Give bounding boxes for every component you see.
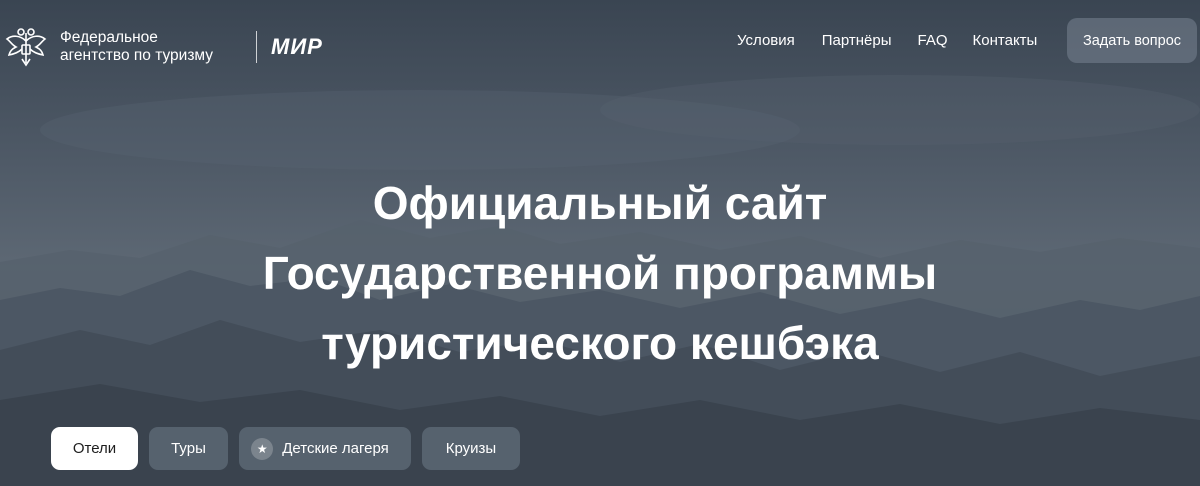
page-title-line2: Государственной программы xyxy=(262,247,938,299)
tab-kids-camps-label: Детские лагеря xyxy=(282,440,389,457)
tab-hotels[interactable]: Отели xyxy=(51,427,138,470)
ask-question-button[interactable]: Задать вопрос xyxy=(1067,18,1197,63)
tab-tours[interactable]: Туры xyxy=(149,427,228,470)
nav-terms-link[interactable]: Условия xyxy=(737,32,795,49)
agency-name-line1: Федеральное xyxy=(60,29,158,46)
main-nav: Условия Партнёры FAQ Контакты xyxy=(737,32,1037,49)
tab-hotels-label: Отели xyxy=(72,440,117,457)
eagle-emblem-icon xyxy=(5,28,47,67)
agency-logo[interactable]: Федеральное агентство по туризму МИР xyxy=(2,22,323,72)
tab-kids-camps[interactable]: ★ Детские лагеря xyxy=(239,427,411,470)
nav-faq-link[interactable]: FAQ xyxy=(918,32,948,49)
star-icon: ★ xyxy=(251,437,274,460)
page-title-line3: туристического кешбэка xyxy=(321,317,879,369)
tab-tours-label: Туры xyxy=(171,440,206,457)
category-tabs: Отели Туры ★ Детские лагеря Круизы xyxy=(51,427,520,470)
site-header: Федеральное агентство по туризму МИР Усл… xyxy=(0,0,1200,84)
mir-logo[interactable]: МИР xyxy=(271,34,323,60)
agency-name-line2: агентство по туризму xyxy=(60,47,214,64)
logo-divider xyxy=(256,31,257,63)
page-title-line1: Официальный сайт xyxy=(372,177,828,229)
nav-partners-link[interactable]: Партнёры xyxy=(822,32,892,49)
tab-cruises-label: Круизы xyxy=(445,440,497,457)
nav-contacts-link[interactable]: Контакты xyxy=(973,32,1038,49)
agency-name: Федеральное агентство по туризму xyxy=(60,29,240,65)
page-title: Официальный сайт Государственной програм… xyxy=(0,168,1200,378)
tab-cruises[interactable]: Круизы xyxy=(422,427,520,470)
